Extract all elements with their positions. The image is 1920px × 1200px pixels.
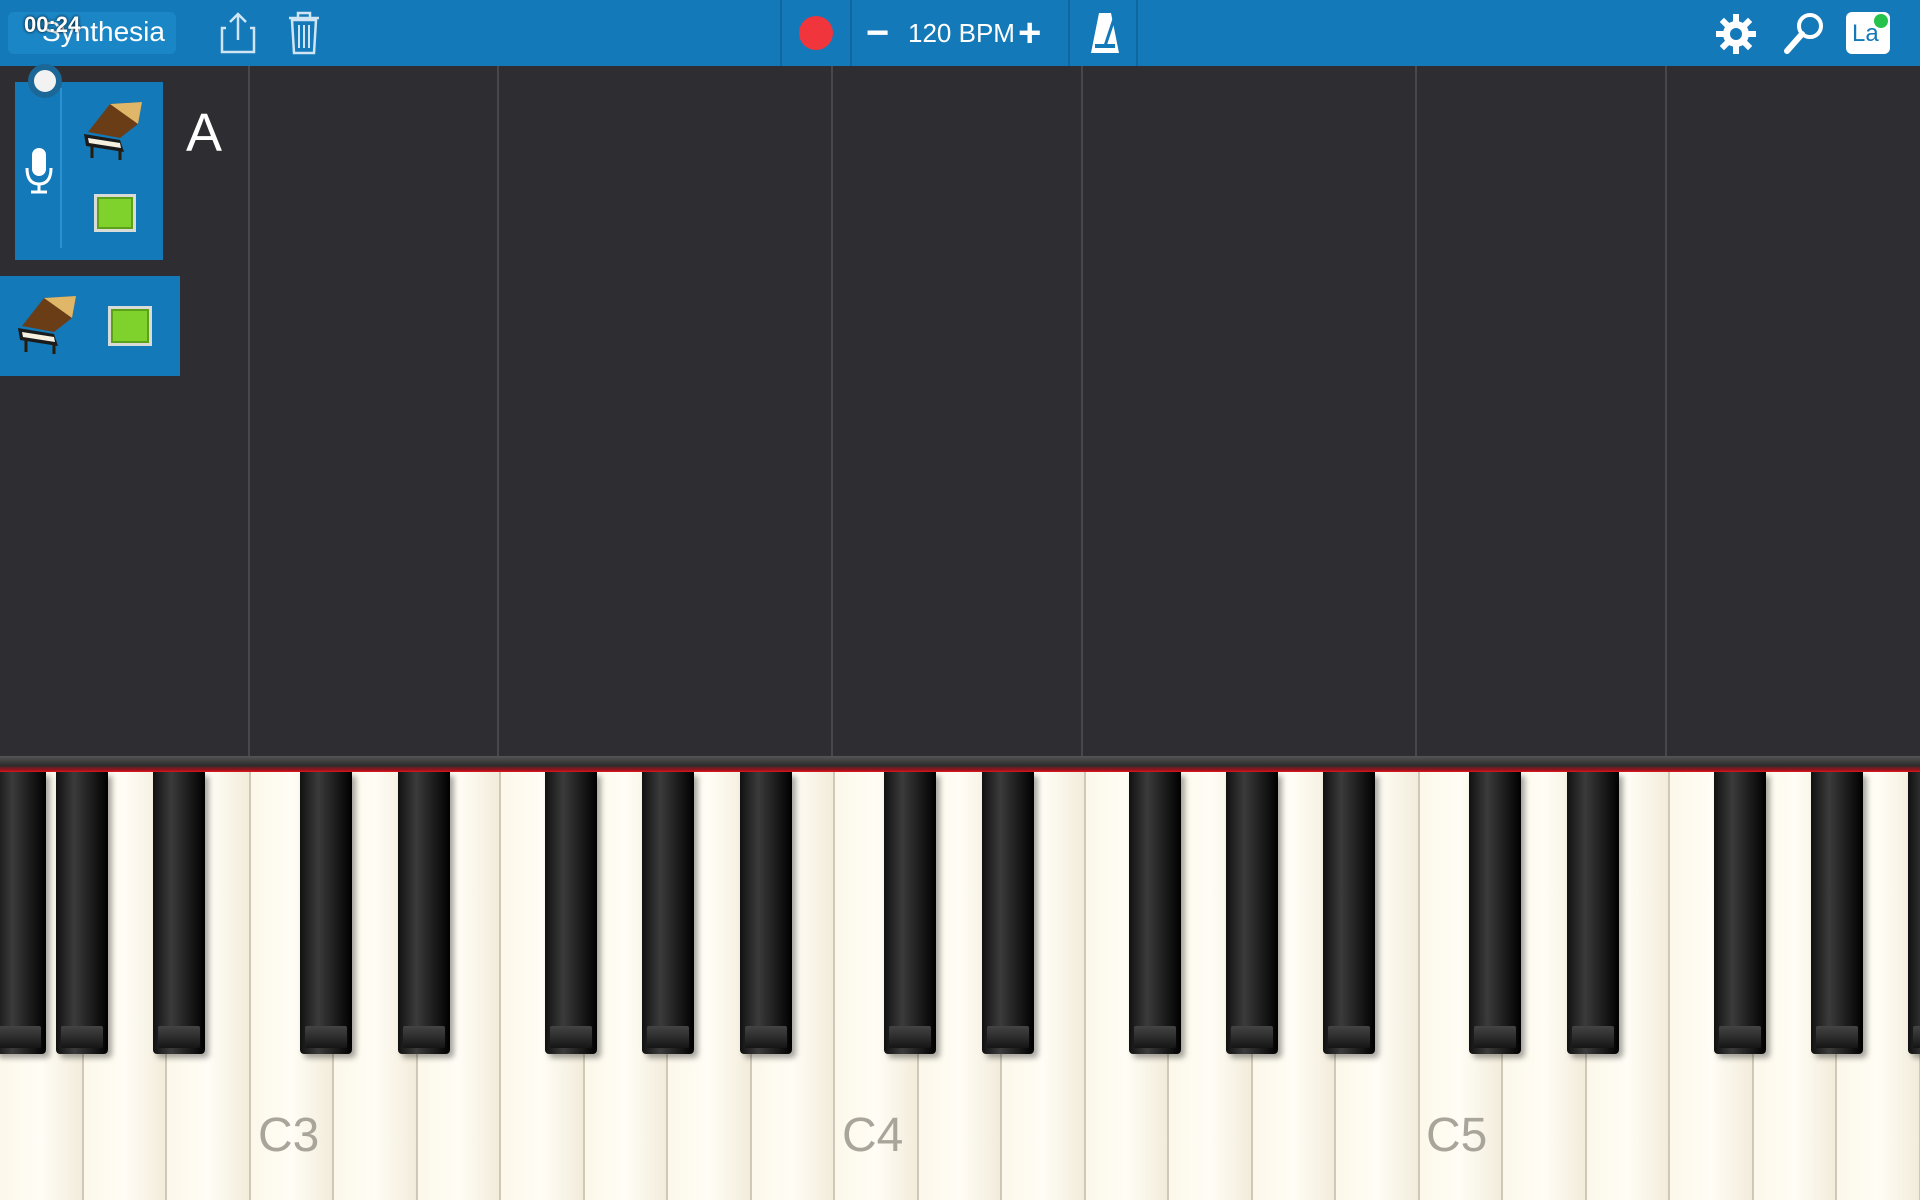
black-key[interactable] <box>300 772 352 1054</box>
gear-icon[interactable] <box>1714 12 1758 56</box>
toolbar-divider <box>1068 0 1070 66</box>
trash-icon[interactable] <box>286 10 322 56</box>
toolbar-divider <box>850 0 852 66</box>
grand-piano-icon <box>14 288 84 358</box>
tempo-decrease-button[interactable]: − <box>866 13 889 53</box>
lane-divider <box>497 66 499 756</box>
metronome-icon[interactable] <box>1088 10 1122 56</box>
black-key[interactable] <box>56 772 108 1054</box>
black-key[interactable] <box>1811 772 1863 1054</box>
keyboard-layout-icon[interactable]: La <box>1846 12 1890 54</box>
microphone-icon[interactable] <box>22 146 56 196</box>
octave-label-c4: C4 <box>842 1109 904 1162</box>
share-icon[interactable] <box>218 10 258 56</box>
tempo-increase-button[interactable]: + <box>1018 13 1041 53</box>
black-key[interactable] <box>1129 772 1181 1054</box>
mic-active-indicator <box>1874 14 1888 28</box>
black-key[interactable] <box>1714 772 1766 1054</box>
black-key[interactable] <box>884 772 936 1054</box>
lane-divider <box>248 66 250 756</box>
black-key[interactable] <box>1469 772 1521 1054</box>
black-key[interactable] <box>1567 772 1619 1054</box>
black-key[interactable] <box>398 772 450 1054</box>
black-key[interactable] <box>1323 772 1375 1054</box>
black-key[interactable] <box>1908 772 1920 1054</box>
toolbar-divider <box>780 0 782 66</box>
octave-label-c3: C3 <box>258 1109 320 1162</box>
black-key[interactable] <box>1226 772 1278 1054</box>
track-solo-toggle[interactable] <box>28 64 62 98</box>
black-key[interactable] <box>982 772 1034 1054</box>
lane-divider <box>1665 66 1667 756</box>
octave-label-c5: C5 <box>1426 1109 1488 1162</box>
black-key[interactable] <box>153 772 205 1054</box>
toolbar-divider <box>1136 0 1138 66</box>
lane-divider <box>831 66 833 756</box>
track-color-swatch[interactable] <box>94 194 136 232</box>
lane-divider <box>1415 66 1417 756</box>
black-key[interactable] <box>545 772 597 1054</box>
track-label: A <box>186 103 223 163</box>
tempo-label: 120 BPM <box>908 18 1015 48</box>
lane-divider <box>1081 66 1083 756</box>
track-divider <box>60 88 62 248</box>
black-key[interactable] <box>642 772 694 1054</box>
status-clock: 00:24 <box>24 12 81 37</box>
hit-line <box>0 756 1920 772</box>
track-color-swatch[interactable] <box>108 306 152 346</box>
record-button[interactable] <box>799 16 833 50</box>
grand-piano-icon <box>80 94 150 164</box>
black-key[interactable] <box>0 772 46 1054</box>
black-key[interactable] <box>740 772 792 1054</box>
search-icon[interactable] <box>1782 10 1826 56</box>
